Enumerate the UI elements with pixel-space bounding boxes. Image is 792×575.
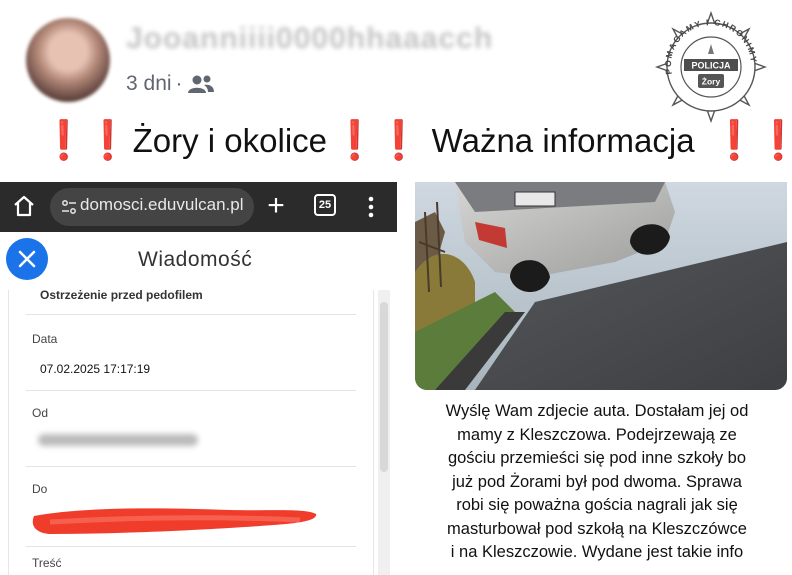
field-label-date: Data	[32, 332, 58, 346]
caption-line: gościu przemieści się pod inne szkoły bo	[447, 449, 747, 467]
home-icon[interactable]	[12, 194, 36, 218]
car-photo[interactable]	[415, 182, 787, 390]
report-caption: Wyślę Wam zdjecie auta. Dostałam jej od …	[411, 400, 783, 565]
close-button[interactable]	[6, 238, 48, 280]
field-value-date: 07.02.2025 17:17:19	[40, 362, 151, 376]
headline-text-part1: Żory i okolice	[132, 122, 328, 159]
badge-city-text: Żory	[702, 77, 721, 87]
author-name[interactable]: Jooanniiii0000hhaaacch	[126, 22, 493, 56]
collage-divider	[397, 182, 405, 575]
caption-line: mamy z Kleszczowa. Podejrzewają ze	[457, 425, 737, 444]
post-headline: ❗❗ Żory i okolice ❗❗ Ważna informacja ❗❗	[36, 120, 792, 162]
divider	[26, 314, 356, 315]
police-badge-logo: POMAGAMY I CHRONIMY POLICJA Żory	[654, 10, 768, 124]
browser-toolbar: domosci.eduvulcan.pl + 25	[0, 182, 397, 232]
meta-separator: ·	[175, 72, 183, 95]
author-avatar[interactable]	[26, 18, 110, 102]
field-label-to: Do	[32, 482, 48, 496]
site-settings-icon[interactable]	[60, 198, 78, 216]
field-label-content: Treść	[32, 556, 62, 570]
sender-blurred	[38, 434, 198, 446]
message-screenshot[interactable]: domosci.eduvulcan.pl + 25 Wiadomość Ostr…	[0, 182, 397, 575]
caption-line: już pod Żorami był pod dwoma. Sprawa	[452, 472, 742, 491]
exclamation-marks: ❗❗	[40, 120, 132, 162]
message-subject: Ostrzeżenie przed pedofilem	[40, 288, 203, 302]
caption-line: masturbował pod szkołą na Kleszczówce	[447, 519, 747, 538]
more-menu-icon[interactable]	[364, 194, 378, 220]
car-report-screenshot[interactable]: Wyślę Wam zdjecie auta. Dostałam jej od …	[405, 182, 792, 575]
headline-text-part2: Ważna informacja	[431, 122, 695, 159]
divider	[26, 390, 356, 391]
post-time[interactable]: 3 dni	[126, 72, 172, 96]
friends-icon[interactable]	[187, 74, 215, 94]
url-text[interactable]: domosci.eduvulcan.pl	[80, 195, 243, 215]
scrollbar-thumb[interactable]	[380, 302, 388, 472]
badge-band-text: POLICJA	[691, 61, 731, 71]
caption-line: i na Kleszczowie. Wydane jest takie info	[450, 543, 744, 561]
close-icon	[18, 250, 36, 268]
divider	[26, 466, 356, 467]
new-tab-icon[interactable]: +	[262, 191, 290, 221]
caption-line: Wyślę Wam zdjecie auta. Dostałam jej od	[445, 402, 749, 420]
message-title: Wiadomość	[138, 248, 253, 271]
field-label-from: Od	[32, 406, 49, 420]
exclamation-marks: ❗❗	[331, 120, 423, 162]
caption-line: robi się poważna gościa nagrali jak się	[456, 496, 738, 514]
tab-count-button[interactable]: 25	[314, 194, 336, 216]
exclamation-marks: ❗❗	[710, 120, 792, 162]
recipient-redaction	[32, 508, 317, 534]
divider	[26, 546, 356, 547]
post-meta: 3 dni ·	[126, 72, 215, 96]
